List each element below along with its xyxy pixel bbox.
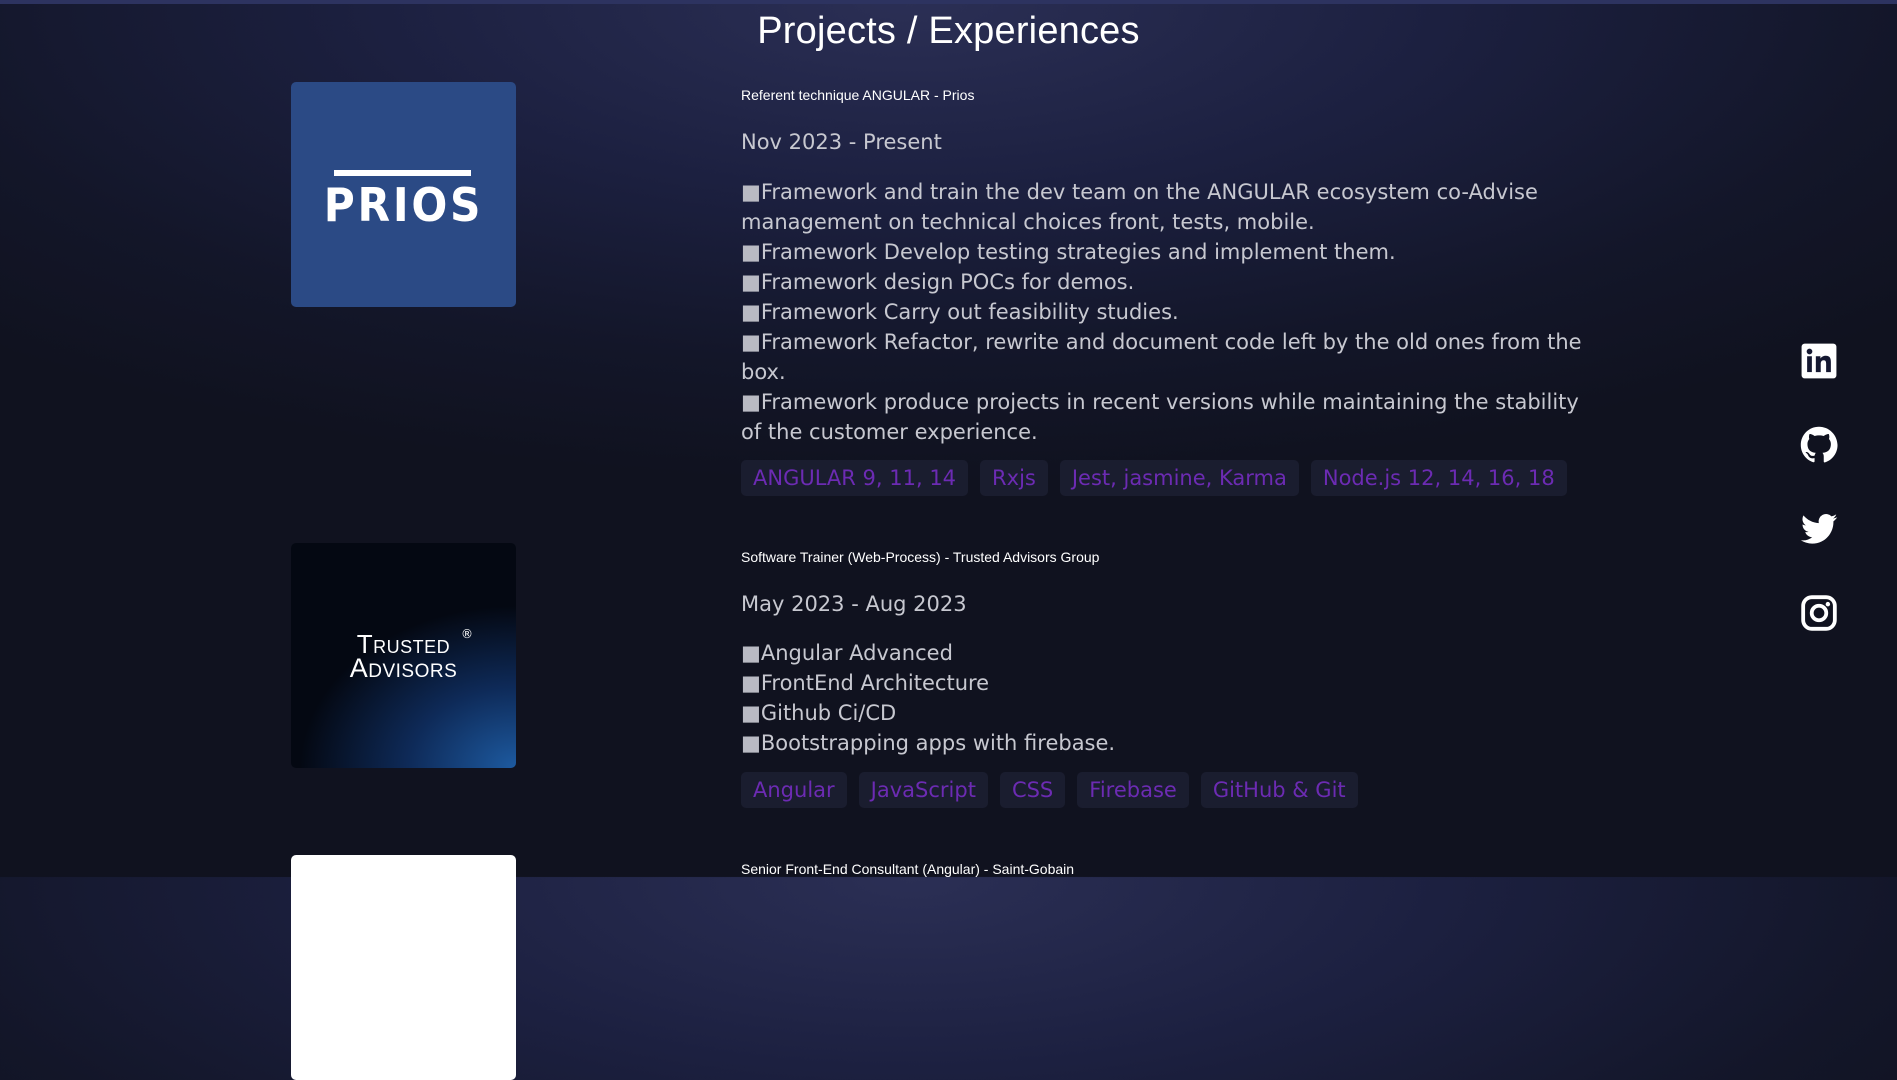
role-dates: May 2023 - Aug 2023 bbox=[741, 592, 967, 616]
skill-tag: Node.js 12, 14, 16, 18 bbox=[1310, 460, 1567, 496]
company-logo-saint-gobain bbox=[291, 855, 516, 1080]
responsibility-list: ■Angular Advanced ■FrontEnd Architecture… bbox=[741, 638, 1601, 758]
skill-tag: JavaScript bbox=[858, 772, 988, 808]
twitter-icon bbox=[1800, 513, 1838, 544]
role-dates: Nov 2023 - Present bbox=[741, 130, 942, 154]
instagram-icon bbox=[1801, 595, 1837, 631]
skill-tag: Angular bbox=[741, 772, 847, 808]
top-border bbox=[0, 0, 1897, 4]
list-item: ■Bootstrapping apps with firebase. bbox=[741, 731, 1116, 755]
list-item: ■FrontEnd Architecture bbox=[741, 671, 990, 695]
company-logo-trusted-advisors: Trusted Advisors ® bbox=[291, 543, 516, 768]
logo-bar bbox=[334, 170, 471, 176]
skill-tag: Jest, jasmine, Karma bbox=[1059, 460, 1299, 496]
list-item: ■Framework design POCs for demos. bbox=[741, 270, 1135, 294]
skill-tag: Rxjs bbox=[980, 460, 1048, 496]
skill-tags: ANGULAR 9, 11, 14 Rxjs Jest, jasmine, Ka… bbox=[741, 460, 1567, 496]
list-item: ■Framework Refactor, rewrite and documen… bbox=[741, 330, 1582, 384]
list-item: ■Framework Develop testing strategies an… bbox=[741, 240, 1396, 264]
skill-tag: ANGULAR 9, 11, 14 bbox=[741, 460, 969, 496]
role-title: Senior Front-End Consultant (Angular) - … bbox=[741, 861, 1075, 877]
role-title: Software Trainer (Web-Process) - Trusted… bbox=[741, 549, 1100, 565]
instagram-link[interactable] bbox=[1800, 594, 1838, 632]
list-item: ■Framework Carry out feasibility studies… bbox=[741, 300, 1179, 324]
list-item: ■Framework and train the dev team on the… bbox=[741, 180, 1538, 234]
linkedin-link[interactable] bbox=[1800, 342, 1838, 380]
logo-text-line2: Advisors bbox=[349, 653, 458, 683]
skill-tag: CSS bbox=[999, 772, 1066, 808]
list-item: ■Framework produce projects in recent ve… bbox=[741, 390, 1579, 444]
skill-tag: GitHub & Git bbox=[1200, 772, 1358, 808]
linkedin-icon bbox=[1801, 343, 1837, 379]
logo-text: PRIOS bbox=[323, 178, 484, 232]
skill-tags: Angular JavaScript CSS Firebase GitHub &… bbox=[741, 772, 1358, 808]
registered-mark: ® bbox=[461, 627, 473, 641]
list-item: ■Angular Advanced bbox=[741, 641, 953, 665]
skill-tag: Firebase bbox=[1077, 772, 1189, 808]
role-title: Referent technique ANGULAR - Prios bbox=[741, 87, 975, 103]
list-item: ■Github Ci/CD bbox=[741, 701, 897, 725]
company-logo-prios: PRIOS bbox=[291, 82, 516, 307]
github-link[interactable] bbox=[1800, 426, 1838, 464]
twitter-link[interactable] bbox=[1800, 510, 1838, 548]
page-title: Projects / Experiences bbox=[757, 10, 1140, 52]
github-icon bbox=[1800, 426, 1838, 463]
responsibility-list: ■Framework and train the dev team on the… bbox=[741, 177, 1601, 447]
